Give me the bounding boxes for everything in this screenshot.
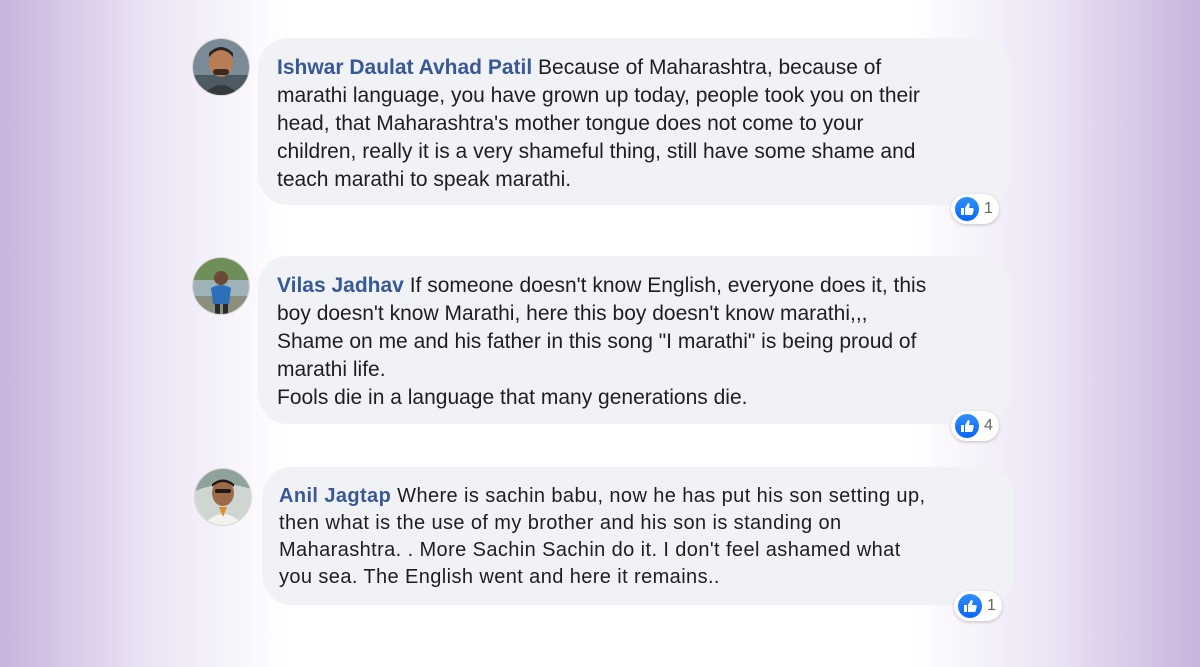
reaction-count: 1 [984, 200, 993, 217]
reaction-count: 1 [987, 597, 996, 614]
like-icon [958, 594, 982, 618]
reaction-count: 4 [984, 417, 993, 434]
comment-author-link[interactable]: Anil Jagtap [279, 485, 391, 507]
reaction-summary[interactable]: 1 [954, 591, 1002, 621]
comment-bubble: Anil Jagtap Where is sachin babu, now he… [262, 467, 1014, 605]
comment-bubble: Vilas Jadhav If someone doesn't know Eng… [258, 256, 1010, 424]
comment-author-link[interactable]: Vilas Jadhav [277, 274, 404, 297]
avatar[interactable] [192, 38, 250, 96]
comment-bubble: Ishwar Daulat Avhad Patil Because of Mah… [258, 38, 1010, 205]
like-icon [955, 414, 979, 438]
avatar[interactable] [192, 257, 250, 315]
reaction-summary[interactable]: 1 [951, 194, 999, 224]
comment-author-link[interactable]: Ishwar Daulat Avhad Patil [277, 56, 532, 79]
reaction-summary[interactable]: 4 [951, 411, 999, 441]
avatar[interactable] [194, 468, 252, 526]
like-icon [955, 197, 979, 221]
